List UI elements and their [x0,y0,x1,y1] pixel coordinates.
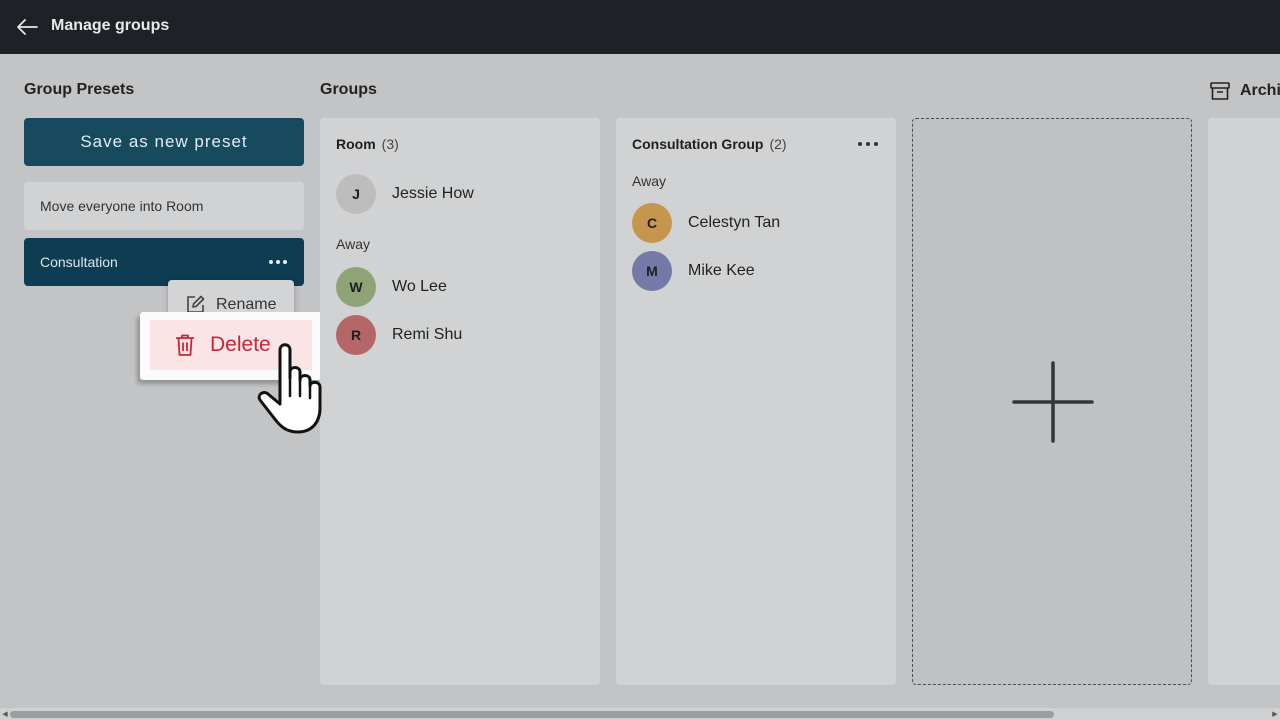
group-column-room: Room (3) J Jessie How Away W Wo Lee R Rem… [320,118,600,685]
archive-label: Archi [1240,82,1280,99]
scroll-left-icon[interactable]: ◀ [1,710,9,718]
top-bar: Manage groups [0,0,1280,54]
trash-icon [176,334,194,356]
member-item[interactable]: R Remi Shu [336,315,462,355]
member-name: Celestyn Tan [688,214,781,231]
member-item[interactable]: J Jessie How [336,174,474,214]
preset-item[interactable]: Move everyone into Room [24,182,304,230]
horizontal-scrollbar[interactable]: ◀ ▶ [0,708,1280,720]
group-header: Consultation Group (2) [632,136,787,152]
plus-icon [1012,361,1094,443]
group-name: Room [336,136,376,152]
avatar: W [336,267,376,307]
group-column-partial [1208,118,1280,685]
avatar: C [632,203,672,243]
hand-cursor-icon [257,343,322,434]
add-group-button[interactable] [912,118,1192,685]
scroll-right-icon[interactable]: ▶ [1271,710,1279,718]
group-column-consultation: Consultation Group (2) Away C Celestyn Ta… [616,118,896,685]
group-header: Room (3) [336,136,399,152]
back-button[interactable] [14,15,40,39]
member-name: Mike Kee [688,262,755,279]
avatar: R [336,315,376,355]
member-name: Wo Lee [392,278,447,295]
groups-title: Groups [320,81,377,98]
presets-title: Group Presets [24,81,135,98]
member-name: Remi Shu [392,326,463,343]
group-count: (2) [769,136,787,152]
scrollbar-thumb[interactable] [10,711,1054,718]
save-preset-button[interactable]: Save as new preset [24,118,304,166]
arrow-left-icon [17,19,38,35]
member-name: Jessie How [392,185,474,202]
preset-item-label: Consultation [40,254,118,270]
group-count: (3) [381,136,399,152]
page-title: Manage groups [51,17,170,34]
avatar: M [632,251,672,291]
member-item[interactable]: W Wo Lee [336,267,447,307]
preset-item-selected[interactable]: Consultation [24,238,304,286]
group-name: Consultation Group [632,136,764,152]
archive-button[interactable]: Archi [1210,81,1280,101]
member-item[interactable]: C Celestyn Tan [632,203,780,243]
preset-item-label: Move everyone into Room [40,198,204,214]
member-item[interactable]: M Mike Kee [632,251,755,291]
more-icon[interactable] [858,140,878,148]
more-icon[interactable] [266,254,290,270]
away-label: Away [336,236,370,252]
archive-icon [1210,82,1230,100]
avatar: J [336,174,376,214]
away-label: Away [632,173,666,189]
